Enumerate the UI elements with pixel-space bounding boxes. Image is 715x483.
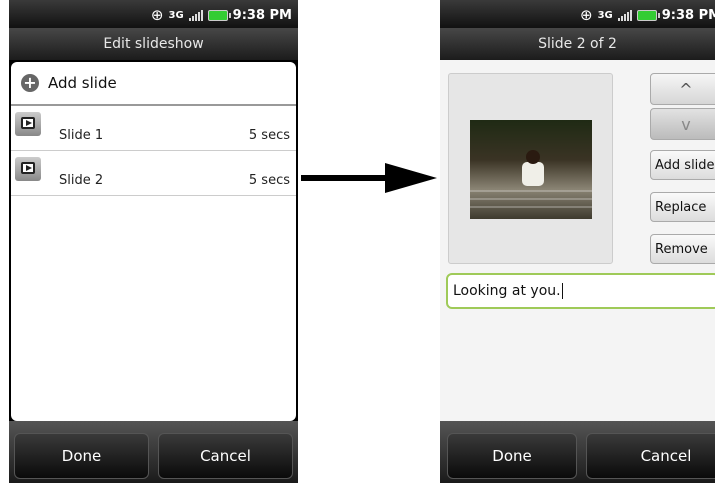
move-up-button[interactable]: ^: [650, 73, 715, 105]
slide-name: Slide 2: [59, 173, 104, 188]
move-down-button[interactable]: v: [650, 108, 715, 140]
status-time: 9:38 PM: [232, 7, 292, 23]
cancel-button[interactable]: Cancel: [586, 433, 715, 479]
gps-icon: ⊕: [150, 6, 164, 24]
slide-list: + Add slide Slide 1 5 secs Slide 2 5 sec…: [11, 62, 296, 421]
text-cursor: [561, 283, 563, 299]
chevron-up-icon: ^: [679, 79, 693, 99]
battery-icon: [636, 9, 660, 21]
add-slide-label: Add slide: [48, 74, 117, 92]
edit-slideshow-screen: ⊕ 3G 9:38 PM Edit slideshow + Add slide …: [9, 0, 298, 483]
list-item-slide-1[interactable]: Slide 1 5 secs: [11, 106, 296, 151]
slide-duration: 5 secs: [248, 173, 290, 188]
add-slide-button[interactable]: + Add slide: [11, 62, 296, 106]
slide-editor-area: ^ v Add slide Replace Remove Looking at …: [440, 60, 715, 421]
page-title: Edit slideshow: [9, 28, 298, 60]
replace-button[interactable]: Replace: [650, 192, 715, 222]
signal-icon: [617, 9, 632, 21]
plus-icon: +: [21, 74, 39, 92]
add-slide-button[interactable]: Add slide: [650, 150, 715, 180]
slide-editor-screen: ⊕ 3G 9:38 PM Slide 2 of 2 ^ v Add slide …: [440, 0, 715, 483]
status-bar: ⊕ 3G 9:38 PM: [9, 0, 298, 28]
slide-photo: [470, 120, 592, 219]
caption-text: Looking at you.: [453, 283, 561, 299]
slide-icon: [15, 157, 41, 181]
slide-name: Slide 1: [59, 128, 104, 143]
bottom-bar: Done Cancel: [440, 421, 715, 483]
done-button[interactable]: Done: [14, 433, 149, 479]
battery-icon: [207, 9, 231, 21]
slide-duration: 5 secs: [248, 128, 290, 143]
remove-button[interactable]: Remove: [650, 234, 715, 264]
list-item-slide-2[interactable]: Slide 2 5 secs: [11, 151, 296, 196]
status-bar: ⊕ 3G 9:38 PM: [440, 0, 715, 28]
transition-arrow-icon: [301, 163, 437, 193]
done-button[interactable]: Done: [447, 433, 577, 479]
gps-icon: ⊕: [580, 6, 593, 24]
bottom-bar: Done Cancel: [9, 421, 298, 483]
status-time: 9:38 PM: [661, 7, 715, 23]
caption-input[interactable]: Looking at you.: [446, 273, 715, 309]
chevron-down-icon: v: [681, 114, 691, 134]
page-title: Slide 2 of 2: [440, 28, 715, 60]
network-type: 3G: [168, 9, 184, 21]
slide-icon: [15, 112, 41, 136]
cancel-button[interactable]: Cancel: [158, 433, 293, 479]
signal-icon: [188, 9, 203, 21]
network-type: 3G: [597, 9, 613, 21]
slide-image-frame[interactable]: [448, 73, 613, 264]
slide-list-area: + Add slide Slide 1 5 secs Slide 2 5 sec…: [9, 60, 298, 421]
